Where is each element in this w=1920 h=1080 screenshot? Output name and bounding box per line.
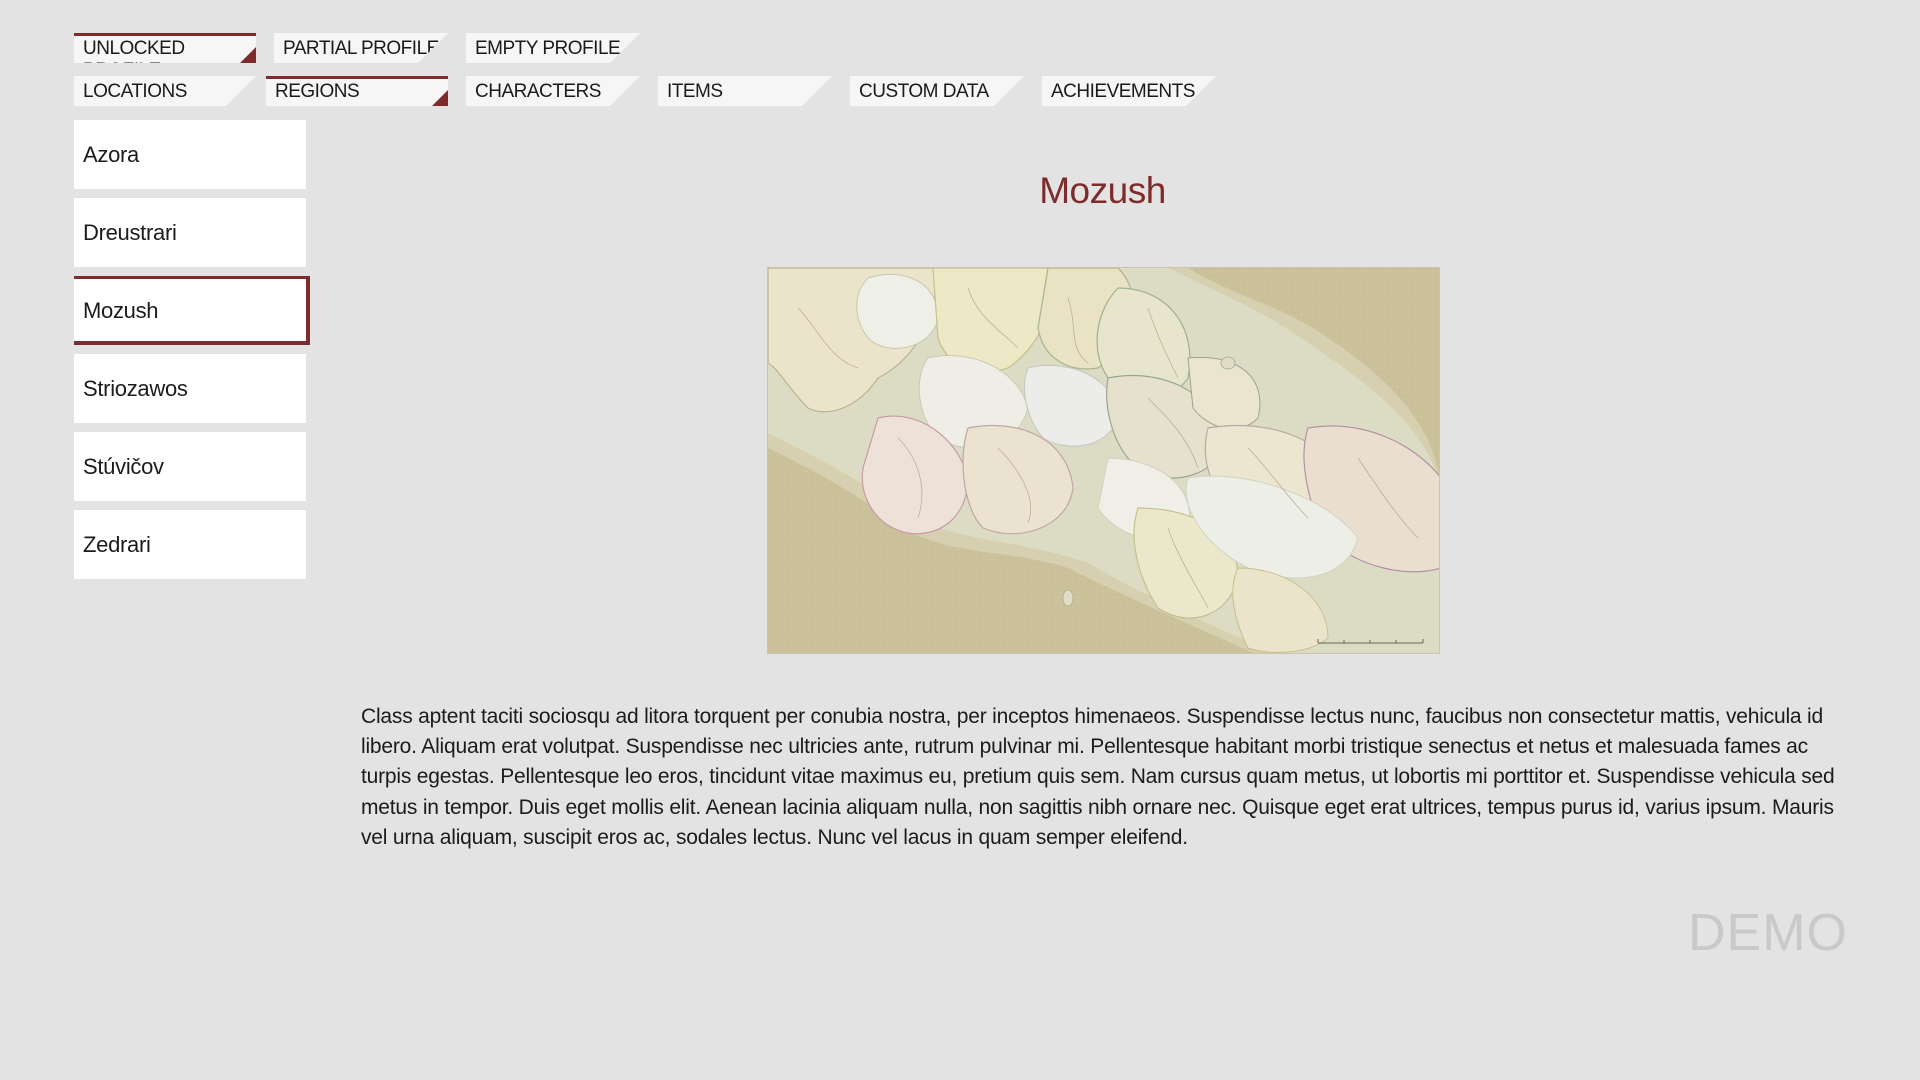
region-item-striozawos[interactable]: Striozawos	[74, 354, 306, 423]
demo-watermark: DEMO	[1688, 904, 1848, 962]
tab-characters[interactable]: CHARACTERS	[466, 76, 640, 106]
tab-partial-profile[interactable]: PARTIAL PROFILE	[274, 33, 448, 63]
region-item-azora[interactable]: Azora	[74, 120, 306, 189]
tab-label: UNLOCKED PROFILE	[83, 38, 185, 81]
region-list: Azora Dreustrari Mozush Striozawos Stúvi…	[74, 120, 310, 588]
active-corner-marker	[432, 90, 448, 106]
active-corner-marker	[240, 47, 256, 63]
tab-corner-cut	[994, 76, 1024, 106]
tab-label: LOCATIONS	[83, 81, 187, 102]
list-item-label: Striozawos	[83, 376, 188, 401]
tab-label: ITEMS	[667, 81, 723, 102]
tab-corner-cut	[610, 76, 640, 106]
tab-items[interactable]: ITEMS	[658, 76, 832, 106]
region-description: Class aptent taciti sociosqu ad litora t…	[361, 705, 1835, 849]
tab-label: EMPTY PROFILE	[475, 38, 621, 59]
tab-empty-profile[interactable]: EMPTY PROFILE	[466, 33, 640, 63]
list-item-label: Zedrari	[83, 532, 151, 557]
region-item-stuvicov[interactable]: Stúvičov	[74, 432, 306, 501]
tab-corner-cut	[1186, 76, 1216, 106]
region-item-zedrari[interactable]: Zedrari	[74, 510, 306, 579]
tab-custom-data[interactable]: CUSTOM DATA	[850, 76, 1024, 106]
list-item-label: Mozush	[83, 298, 159, 323]
profile-tab-bar: UNLOCKED PROFILE PARTIAL PROFILE EMPTY P…	[74, 33, 658, 63]
section-tab-bar: LOCATIONS REGIONS CHARACTERS ITEMS CUSTO…	[74, 76, 1234, 106]
region-map-image	[767, 267, 1440, 654]
tab-corner-cut	[802, 76, 832, 106]
region-title: Mozush	[1039, 170, 1166, 211]
tab-corner-cut	[418, 33, 448, 63]
list-item-label: Azora	[83, 142, 139, 167]
tab-corner-cut	[610, 33, 640, 63]
tab-corner-cut	[226, 76, 256, 106]
region-item-mozush[interactable]: Mozush	[74, 276, 310, 345]
tab-label: ACHIEVEMENTS	[1051, 81, 1195, 102]
tab-unlocked-profile[interactable]: UNLOCKED PROFILE	[74, 33, 256, 63]
tab-achievements[interactable]: ACHIEVEMENTS	[1042, 76, 1216, 106]
tab-label: PARTIAL PROFILE	[283, 38, 439, 59]
list-item-label: Stúvičov	[83, 454, 164, 479]
tab-label: CUSTOM DATA	[859, 81, 989, 102]
tab-label: CHARACTERS	[475, 81, 601, 102]
tab-label: REGIONS	[275, 81, 360, 102]
list-item-label: Dreustrari	[83, 220, 177, 245]
region-item-dreustrari[interactable]: Dreustrari	[74, 198, 306, 267]
tab-regions[interactable]: REGIONS	[266, 76, 448, 106]
tab-locations[interactable]: LOCATIONS	[74, 76, 256, 106]
